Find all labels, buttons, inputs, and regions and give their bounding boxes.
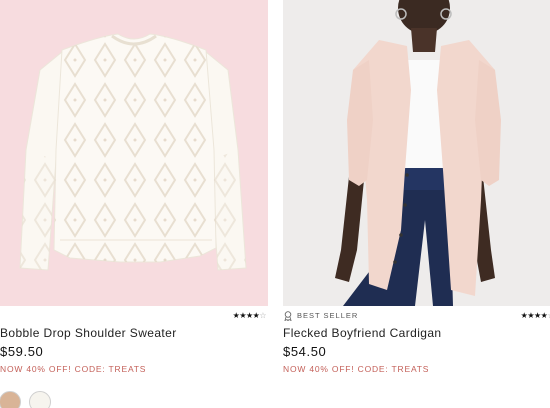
product-title-link[interactable]: Bobble Drop Shoulder Sweater [0,326,177,340]
promo-text: NOW 40% OFF! CODE: TREATS [283,364,430,374]
rating-stars[interactable]: ★★★★☆ [521,311,550,321]
product-meta-row: BEST SELLER ★★★★☆ [283,306,550,326]
product-image-sweater[interactable] [0,0,268,306]
color-swatch-white[interactable] [29,391,51,408]
award-ribbon-icon [284,311,292,321]
promo-text: NOW 40% OFF! CODE: TREATS [0,364,147,374]
star-empty-icon: ☆ [259,311,266,320]
product-image-cardigan[interactable] [283,0,550,306]
product-title-link[interactable]: Flecked Boyfriend Cardigan [283,326,441,340]
best-seller-badge: BEST SELLER [283,311,358,321]
star-filled-icon: ★★★★ [520,311,548,320]
star-filled-icon: ★★★★ [232,311,260,320]
product-meta-row: ★★★★☆ [0,306,268,326]
sweater-illustration [19,33,247,271]
rating-stars[interactable]: ★★★★☆ [232,311,267,321]
product-card-bobble-sweater[interactable]: ★★★★☆ [0,0,268,326]
model-cardigan-illustration [335,0,501,306]
color-swatch-tan[interactable] [0,391,21,408]
badge-label: BEST SELLER [297,311,359,320]
product-price: $59.50 [0,344,44,359]
product-card-flecked-cardigan[interactable]: BEST SELLER ★★★★☆ [283,0,550,326]
product-price: $54.50 [283,344,327,359]
